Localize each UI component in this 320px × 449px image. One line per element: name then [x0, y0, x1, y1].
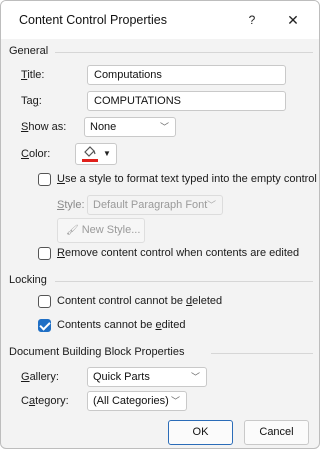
gallery-select[interactable]: Quick Parts ﹀	[87, 367, 207, 387]
color-swatch	[82, 159, 98, 162]
color-picker-button[interactable]: ▼	[75, 143, 117, 165]
ok-button[interactable]: OK	[168, 420, 233, 445]
chevron-down-icon: ﹀	[159, 122, 169, 132]
building-block-divider	[211, 353, 313, 354]
style-label: Style:	[57, 199, 85, 211]
locking-divider	[55, 281, 313, 282]
building-block-section-heading: Document Building Block Properties	[9, 346, 185, 358]
title-bar: Content Control Properties ? ✕	[1, 1, 319, 39]
category-label: Category:	[21, 395, 69, 407]
category-select[interactable]: (All Categories) ﹀	[87, 391, 187, 411]
show-as-value: None	[90, 121, 117, 133]
cannot-edit-checkbox[interactable]	[38, 319, 51, 332]
gallery-value: Quick Parts	[93, 371, 150, 383]
category-value: (All Categories)	[93, 395, 169, 407]
locking-section-heading: Locking	[9, 274, 47, 286]
title-label: Title:	[21, 69, 45, 81]
help-button[interactable]: ?	[241, 9, 263, 31]
style-value: Default Paragraph Font	[93, 199, 208, 211]
general-divider	[55, 52, 313, 53]
gallery-label: Gallery:	[21, 371, 59, 383]
tag-input[interactable]: COMPUTATIONS	[87, 91, 286, 111]
content-control-properties-dialog: Content Control Properties ? ✕ General T…	[0, 0, 320, 449]
dropdown-arrow-icon: ▼	[103, 149, 111, 158]
cannot-delete-checkbox[interactable]	[38, 295, 51, 308]
tag-label: Tag:	[21, 95, 42, 107]
remove-content-control-checkbox[interactable]	[38, 247, 51, 260]
dialog-title: Content Control Properties	[19, 13, 167, 27]
chevron-down-icon: ﹀	[170, 396, 180, 406]
style-select[interactable]: Default Paragraph Font ﹀	[87, 195, 223, 215]
new-style-button[interactable]: 🖌 New Style...	[57, 218, 145, 243]
show-as-label: Show as:	[21, 121, 67, 133]
close-button[interactable]: ✕	[281, 9, 305, 31]
chevron-down-icon: ﹀	[190, 372, 200, 382]
show-as-select[interactable]: None ﹀	[84, 117, 176, 137]
new-style-icon: 🖌	[66, 225, 79, 236]
use-style-checkbox[interactable]	[38, 173, 51, 186]
title-input[interactable]: Computations	[87, 65, 286, 85]
cannot-delete-label: Content control cannot be deleted	[57, 295, 223, 307]
use-style-label: Use a style to format text typed into th…	[57, 173, 317, 185]
color-label: Color:	[21, 148, 51, 160]
remove-content-control-label: Remove content control when contents are…	[57, 247, 300, 259]
cannot-edit-label: Contents cannot be edited	[57, 319, 186, 331]
chevron-down-icon: ﹀	[206, 200, 216, 210]
general-section-heading: General	[9, 45, 49, 57]
paint-bucket-icon	[82, 146, 98, 160]
cancel-button[interactable]: Cancel	[244, 420, 309, 445]
